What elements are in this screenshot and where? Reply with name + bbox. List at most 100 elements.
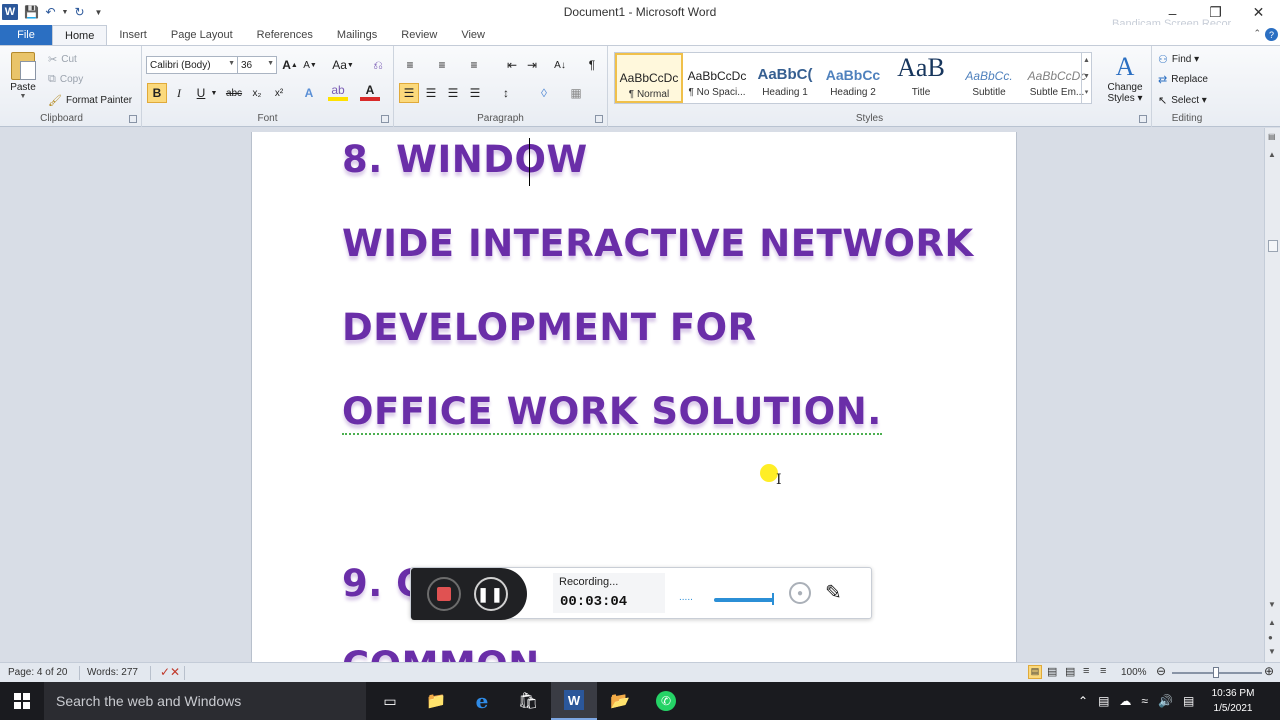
ribbon-minimize-icon[interactable]: ⌃ xyxy=(1253,28,1261,41)
style-heading-1[interactable]: AaBbC( Heading 1 xyxy=(751,53,819,103)
text-effects-icon[interactable]: A xyxy=(299,83,319,103)
find-button[interactable]: ⚇ Find ▾ xyxy=(1158,50,1199,68)
volume-icon[interactable]: 🔊 xyxy=(1158,694,1173,708)
tab-review[interactable]: Review xyxy=(389,25,449,45)
tab-view[interactable]: View xyxy=(449,25,497,45)
start-button[interactable] xyxy=(0,682,44,720)
font-color-icon[interactable]: A xyxy=(360,83,380,101)
highlight-icon[interactable]: ab xyxy=(328,83,348,101)
bold-button[interactable]: B xyxy=(147,83,167,103)
store-icon[interactable]: 🛍 xyxy=(505,682,551,720)
stop-recording-button[interactable] xyxy=(427,577,461,611)
doc-line[interactable]: OFFICE WORK SOLUTION. xyxy=(342,390,882,435)
wifi-icon[interactable]: ≈ xyxy=(1141,694,1148,708)
tab-insert[interactable]: Insert xyxy=(107,25,159,45)
cut-button[interactable]: ✂ Cut xyxy=(48,50,77,68)
style-subtitle[interactable]: AaBbCc. Subtitle xyxy=(955,53,1023,103)
numbering-icon[interactable]: ≡ xyxy=(432,55,452,75)
tab-mailings[interactable]: Mailings xyxy=(325,25,389,45)
decrease-indent-icon[interactable]: ⇤ xyxy=(502,55,522,75)
draft-icon[interactable]: ≡ xyxy=(1100,665,1106,677)
change-case-button[interactable]: Aa ▼ xyxy=(330,55,356,75)
word-taskbar-icon[interactable]: W xyxy=(551,682,597,720)
scroll-thumb[interactable] xyxy=(1268,240,1278,252)
replace-button[interactable]: ⇄ Replace xyxy=(1158,70,1208,88)
paste-dropdown-icon[interactable]: ▼ xyxy=(6,93,40,100)
bullets-icon[interactable]: ≡ xyxy=(400,55,420,75)
task-view-icon[interactable]: ▭ xyxy=(367,682,413,720)
scroll-up-icon[interactable]: ▲ xyxy=(1268,150,1276,159)
print-layout-icon[interactable]: ▤ xyxy=(1028,665,1042,679)
strikethrough-button[interactable]: abc xyxy=(222,83,246,103)
style-heading-2[interactable]: AaBbCc Heading 2 xyxy=(819,53,887,103)
webcam-icon[interactable]: ● xyxy=(789,582,811,604)
font-launcher-icon[interactable] xyxy=(381,115,389,123)
pencil-icon[interactable]: ✎ xyxy=(825,580,842,605)
justify-icon[interactable]: ☰ xyxy=(465,83,485,103)
doc-line[interactable]: COMMON xyxy=(342,644,540,662)
taskbar-search[interactable]: Search the web and Windows xyxy=(44,682,366,720)
underline-dropdown-icon[interactable]: ▼ xyxy=(209,83,219,103)
italic-button[interactable]: I xyxy=(169,83,189,103)
close-icon[interactable]: ✕ xyxy=(1237,0,1280,25)
ruler-toggle-icon[interactable]: ▤ xyxy=(1268,132,1276,141)
shrink-font-button[interactable]: A ▼ xyxy=(300,55,320,75)
underline-button[interactable]: U xyxy=(191,83,211,103)
show-hidden-icons-icon[interactable]: ⌃ xyxy=(1078,694,1088,708)
zoom-slider-thumb[interactable] xyxy=(1213,667,1219,678)
superscript-button[interactable]: x² xyxy=(269,83,289,103)
page-count[interactable]: Page: 4 of 20 xyxy=(8,667,68,678)
tab-references[interactable]: References xyxy=(245,25,325,45)
align-right-icon[interactable]: ☰ xyxy=(443,83,463,103)
increase-indent-icon[interactable]: ⇥ xyxy=(522,55,542,75)
align-left-icon[interactable]: ☰ xyxy=(399,83,419,103)
shading-icon[interactable]: ◊ xyxy=(534,83,554,103)
action-center-icon[interactable]: ▤ xyxy=(1183,694,1194,708)
paste-button[interactable]: Paste ▼ xyxy=(6,52,40,106)
copy-button[interactable]: ⧉ Copy xyxy=(48,70,83,88)
styles-scroll-icon[interactable]: ▲ ▼ ▾ xyxy=(1081,53,1091,103)
restore-icon[interactable]: ❐ xyxy=(1194,0,1237,25)
web-layout-icon[interactable]: ▤ xyxy=(1065,665,1075,678)
pause-recording-button[interactable]: ❚❚ xyxy=(474,577,508,611)
tab-file[interactable]: File xyxy=(0,25,52,45)
style-no-spacing[interactable]: AaBbCcDc ¶ No Spaci... xyxy=(683,53,751,103)
sort-icon[interactable]: A↓ xyxy=(550,55,570,75)
tab-page-layout[interactable]: Page Layout xyxy=(159,25,245,45)
proofing-icon[interactable]: ✓✕ xyxy=(160,665,180,679)
whatsapp-icon[interactable]: ✆ xyxy=(643,682,689,720)
grow-font-button[interactable]: A ▲ xyxy=(280,55,300,75)
styles-launcher-icon[interactable] xyxy=(1139,115,1147,123)
folder-app-icon[interactable]: 📂 xyxy=(597,682,643,720)
paragraph-launcher-icon[interactable] xyxy=(595,115,603,123)
change-styles-button[interactable]: A Change Styles ▾ xyxy=(1100,52,1150,104)
file-explorer-icon[interactable]: 📁 xyxy=(413,682,459,720)
outline-icon[interactable]: ≡ xyxy=(1083,665,1089,677)
style-normal[interactable]: AaBbCcDc ¶ Normal xyxy=(615,53,683,103)
show-formatting-button[interactable]: ¶ xyxy=(582,55,602,75)
zoom-out-icon[interactable]: ⊖ xyxy=(1156,664,1166,678)
edge-browser-icon[interactable]: e xyxy=(459,682,505,720)
style-title[interactable]: AaB Title xyxy=(887,53,955,103)
clear-formatting-button[interactable]: ⎌ xyxy=(368,55,388,75)
font-size-select[interactable]: 36 ▼ xyxy=(237,56,277,74)
font-name-select[interactable]: Calibri (Body) ▼ xyxy=(146,56,238,74)
audio-level-slider[interactable] xyxy=(714,593,774,605)
minimize-icon[interactable]: – xyxy=(1151,0,1194,25)
zoom-in-icon[interactable]: ⊕ xyxy=(1264,664,1274,678)
word-count[interactable]: Words: 277 xyxy=(87,667,138,678)
vertical-scrollbar[interactable]: ▤ ▲ ▼ ▲ ● ▼ xyxy=(1264,128,1280,662)
align-center-icon[interactable]: ☰ xyxy=(421,83,441,103)
next-page-icon[interactable]: ▼ xyxy=(1268,647,1276,656)
doc-line[interactable]: 8. WINDOW xyxy=(342,138,588,181)
browse-object-icon[interactable]: ● xyxy=(1268,633,1273,642)
zoom-level[interactable]: 100% xyxy=(1121,667,1147,678)
prev-page-icon[interactable]: ▲ xyxy=(1268,618,1276,627)
doc-line[interactable]: WIDE INTERACTIVE NETWORK xyxy=(342,222,974,265)
help-icon[interactable]: ? xyxy=(1265,28,1278,41)
line-spacing-icon[interactable]: ↕ xyxy=(496,83,516,103)
taskbar-clock[interactable]: 10:36 PM 1/5/2021 xyxy=(1210,686,1256,716)
borders-icon[interactable]: ▦ xyxy=(566,83,586,103)
scroll-down-icon[interactable]: ▼ xyxy=(1268,600,1276,609)
doc-line[interactable]: DEVELOPMENT FOR xyxy=(342,306,757,349)
